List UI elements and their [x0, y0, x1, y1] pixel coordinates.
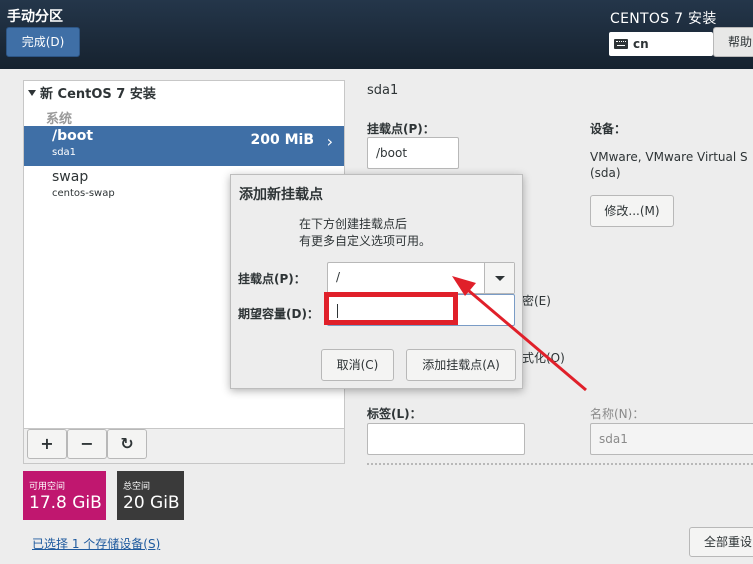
- annotation-arrow-icon: [452, 276, 587, 392]
